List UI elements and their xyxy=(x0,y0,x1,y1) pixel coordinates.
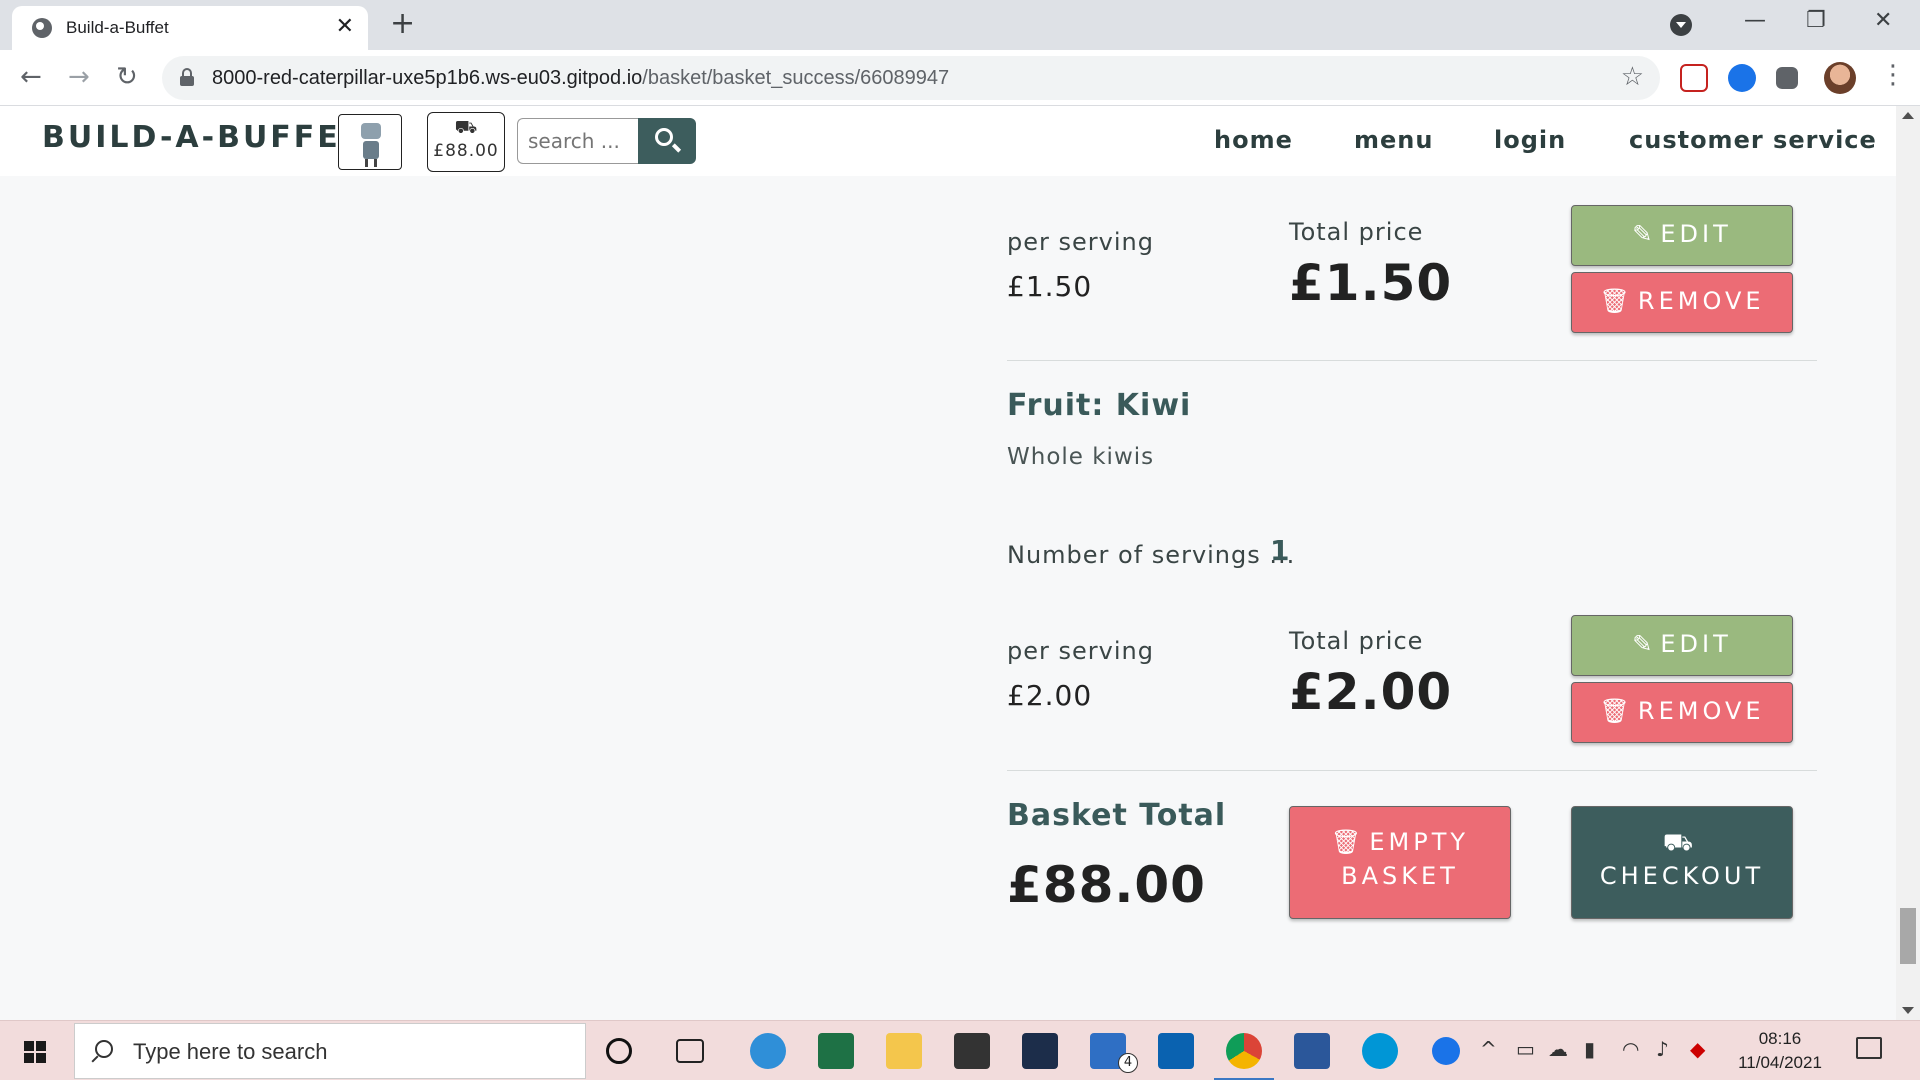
trash-icon: 🗑 xyxy=(1599,287,1630,315)
volume-icon[interactable]: ♪ xyxy=(1656,1037,1669,1061)
globe-icon xyxy=(32,18,52,38)
windows-start-icon[interactable] xyxy=(24,1041,46,1063)
site-navbar: BUILD-A-BUFFET ⛟ £88.00 home menu login … xyxy=(0,106,1896,176)
site-brand[interactable]: BUILD-A-BUFFET xyxy=(42,120,364,155)
edit-button[interactable]: ✎ EDIT xyxy=(1571,205,1793,266)
item-total-price: £1.50 xyxy=(1289,254,1453,312)
wifi-icon[interactable]: ◠ xyxy=(1622,1037,1639,1061)
nav-customer-service[interactable]: customer service xyxy=(1629,126,1877,154)
item-total-price: £2.00 xyxy=(1289,663,1453,721)
word-icon[interactable] xyxy=(1294,1033,1330,1069)
tray-chevron-icon[interactable]: ^ xyxy=(1480,1037,1497,1061)
extension-shield-icon[interactable] xyxy=(1680,64,1708,92)
browser-toolbar: ← → ↻ 8000-red-caterpillar-uxe5p1b6.ws-e… xyxy=(0,50,1920,106)
help-icon[interactable] xyxy=(1432,1037,1460,1065)
checkout-button[interactable]: ⛟ CHECKOUT xyxy=(1571,806,1793,919)
per-serving-price: £1.50 xyxy=(1007,270,1093,303)
address-url: 8000-red-caterpillar-uxe5p1b6.ws-eu03.gi… xyxy=(212,67,950,89)
forward-icon[interactable]: → xyxy=(68,62,90,92)
window-close-icon[interactable]: ✕ xyxy=(1874,8,1892,33)
basket-icon: ⛟ xyxy=(1662,828,1694,856)
edit-icon: ✎ xyxy=(1632,630,1653,658)
browser-tab-strip: Build-a-Buffet ✕ + — ❐ ✕ xyxy=(0,0,1920,50)
nav-login[interactable]: login xyxy=(1494,126,1566,154)
scroll-thumb[interactable] xyxy=(1900,908,1916,964)
nav-home[interactable]: home xyxy=(1214,126,1293,154)
item-title: Fruit: Kiwi xyxy=(1007,388,1192,423)
remove-button[interactable]: 🗑 REMOVE xyxy=(1571,682,1793,743)
search-button[interactable] xyxy=(638,118,696,164)
task-view-icon[interactable] xyxy=(676,1039,704,1063)
tab-title: Build-a-Buffet xyxy=(66,18,169,37)
basket-icon: ⛟ xyxy=(454,117,478,138)
trash-icon: 🗑 xyxy=(1330,828,1362,856)
taskbar-search-text: Type here to search xyxy=(133,1039,328,1064)
edit-button[interactable]: ✎ EDIT xyxy=(1571,615,1793,676)
battery-icon[interactable]: ▮ xyxy=(1584,1037,1595,1061)
total-price-label: Total price xyxy=(1289,627,1424,655)
remove-button[interactable]: 🗑 REMOVE xyxy=(1571,272,1793,333)
per-serving-label: per serving xyxy=(1007,637,1154,665)
browser-tab[interactable]: Build-a-Buffet ✕ xyxy=(12,6,368,50)
page-scrollbar[interactable] xyxy=(1896,106,1920,1020)
servings-count: 1 xyxy=(1270,534,1290,567)
restore-icon[interactable]: ❐ xyxy=(1806,8,1826,33)
edge-icon[interactable] xyxy=(750,1033,786,1069)
hp-icon[interactable] xyxy=(1362,1033,1398,1069)
item-divider xyxy=(1007,770,1817,771)
per-serving-label: per serving xyxy=(1007,228,1154,256)
taskbar-search[interactable]: Type here to search xyxy=(74,1023,586,1079)
tray-device-icon[interactable]: ▭ xyxy=(1516,1037,1535,1061)
cortana-icon[interactable] xyxy=(606,1038,632,1064)
address-bar[interactable]: 8000-red-caterpillar-uxe5p1b6.ws-eu03.gi… xyxy=(162,56,1660,100)
item-divider xyxy=(1007,360,1817,361)
tab-close-icon[interactable]: ✕ xyxy=(336,14,354,39)
minimize-icon[interactable]: — xyxy=(1744,8,1766,33)
dropbox-icon[interactable]: ◆ xyxy=(1690,1037,1705,1061)
search-icon xyxy=(655,128,673,146)
empty-basket-button[interactable]: 🗑 EMPTY BASKET xyxy=(1289,806,1511,919)
clock-time: 08:16 xyxy=(1758,1029,1802,1048)
excel-icon[interactable] xyxy=(818,1033,854,1069)
scroll-up-icon[interactable] xyxy=(1902,112,1914,119)
basket-amount: £88.00 xyxy=(433,141,499,161)
search-icon xyxy=(95,1040,113,1058)
bookmark-star-icon[interactable]: ☆ xyxy=(1621,62,1644,92)
edit-icon: ✎ xyxy=(1632,220,1653,248)
per-serving-price: £2.00 xyxy=(1007,679,1093,712)
mail-badge: 4 xyxy=(1118,1053,1138,1073)
basket-total-label: Basket Total xyxy=(1007,798,1227,833)
basket-total-value: £88.00 xyxy=(1007,856,1206,914)
trash-icon: 🗑 xyxy=(1599,697,1630,725)
basket-button[interactable]: ⛟ £88.00 xyxy=(427,112,505,172)
servings-label: Number of servings ... xyxy=(1007,541,1296,569)
tab-search-icon[interactable] xyxy=(1670,14,1692,36)
windows-taskbar: Type here to search 4 ^ ▭ ☁ ▮ ◠ ♪ ◆ 08:1… xyxy=(0,1020,1920,1080)
item-description: Whole kiwis xyxy=(1007,444,1155,470)
extensions-puzzle-icon[interactable] xyxy=(1776,67,1798,89)
back-icon[interactable]: ← xyxy=(20,62,42,92)
file-explorer-icon[interactable] xyxy=(886,1033,922,1069)
store-icon[interactable] xyxy=(954,1033,990,1069)
nav-menu[interactable]: menu xyxy=(1354,126,1433,154)
browser-menu-icon[interactable]: ⋮ xyxy=(1880,60,1906,90)
outlook-icon[interactable] xyxy=(1158,1033,1194,1069)
total-price-label: Total price xyxy=(1289,218,1424,246)
profile-avatar[interactable] xyxy=(1824,62,1856,94)
robot-logo[interactable] xyxy=(338,114,402,170)
notification-icon[interactable] xyxy=(1856,1037,1882,1059)
new-tab-button[interactable]: + xyxy=(390,6,415,41)
extension-hex-icon[interactable] xyxy=(1728,64,1756,92)
lock-icon xyxy=(180,68,194,86)
visual-studio-code-icon[interactable] xyxy=(1022,1033,1058,1069)
clock-date: 11/04/2021 xyxy=(1738,1053,1822,1072)
chrome-icon[interactable] xyxy=(1226,1033,1262,1069)
onedrive-icon[interactable]: ☁ xyxy=(1548,1037,1568,1061)
reload-icon[interactable]: ↻ xyxy=(116,62,138,92)
search-input[interactable] xyxy=(517,118,641,164)
scroll-down-icon[interactable] xyxy=(1902,1007,1914,1014)
taskbar-clock[interactable]: 08:16 11/04/2021 xyxy=(1720,1027,1840,1075)
